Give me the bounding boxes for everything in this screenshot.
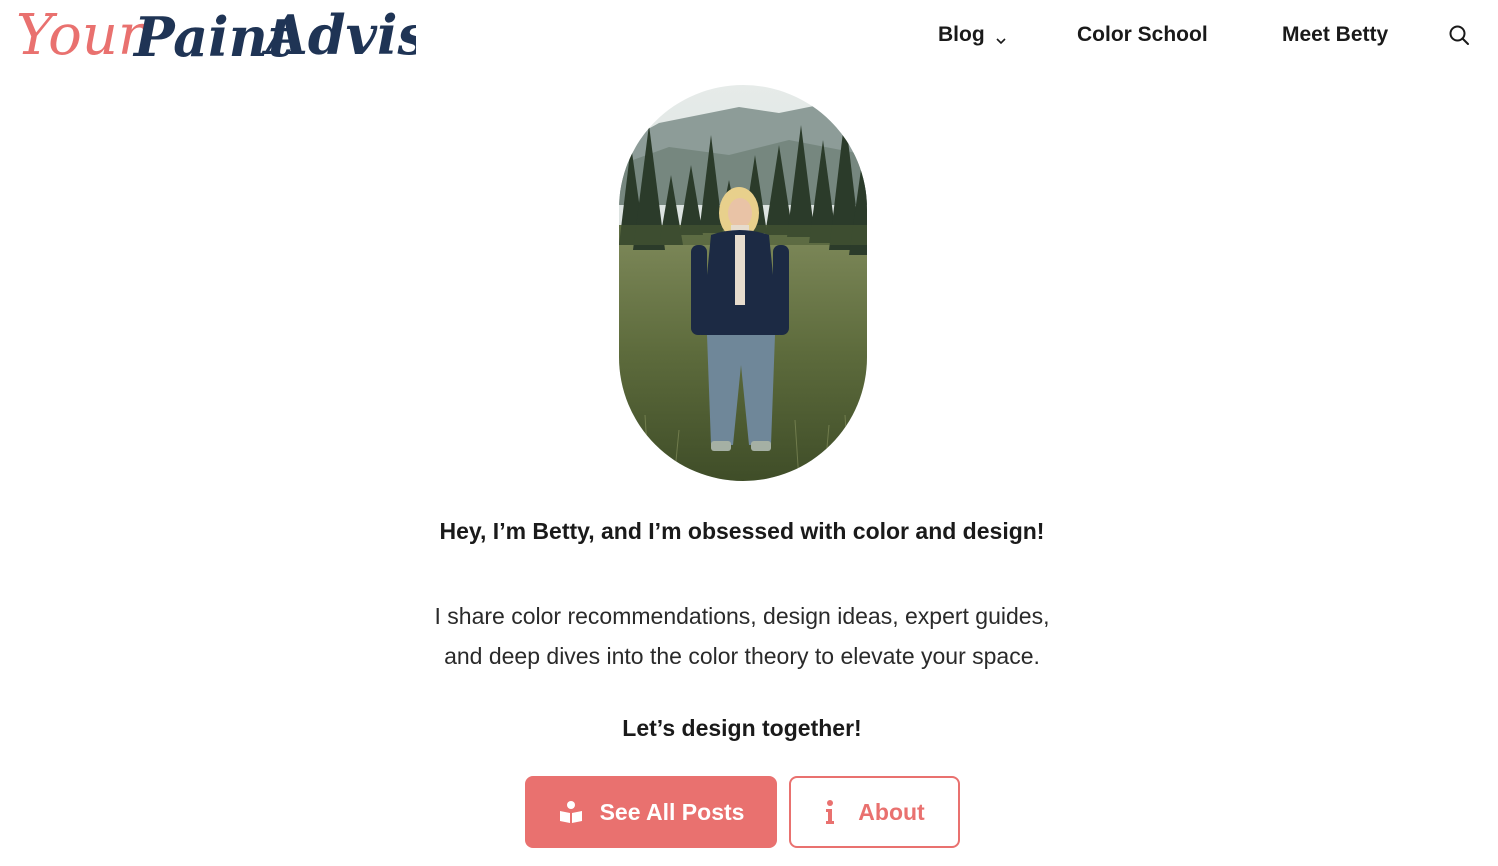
nav-item-blog[interactable]: Blog xyxy=(938,21,1007,49)
site-logo[interactable]: Your Paint Advisor xyxy=(16,0,416,74)
page: Your Paint Advisor Blog Color School Mee… xyxy=(0,0,1498,866)
hero-headline: Hey, I’m Betty, and I’m obsessed with co… xyxy=(439,518,1045,544)
logo-word-your: Your xyxy=(16,3,148,68)
see-all-posts-button[interactable]: See All Posts xyxy=(525,776,777,848)
hero-intro: I share color recommendations, design id… xyxy=(0,596,1484,676)
nav-item-color-school-label: Color School xyxy=(1077,23,1208,46)
chevron-down-icon xyxy=(995,29,1007,45)
see-all-posts-label: See All Posts xyxy=(599,798,745,825)
cta-heading: Let’s design together! xyxy=(622,715,862,741)
search-button[interactable] xyxy=(1448,24,1470,46)
logo-word-advisor: Advisor xyxy=(261,3,416,67)
about-label: About xyxy=(858,798,925,825)
nav-item-blog-label: Blog xyxy=(938,23,985,46)
nav-item-color-school[interactable]: Color School xyxy=(1077,21,1208,49)
about-button[interactable]: About xyxy=(789,776,960,848)
search-icon xyxy=(1449,25,1469,45)
hero-intro-line-2: and deep dives into the color theory to … xyxy=(444,643,1040,669)
hero-portrait xyxy=(619,85,867,481)
hero-intro-line-1: I share color recommendations, design id… xyxy=(434,603,1050,629)
nav-item-meet-betty[interactable]: Meet Betty xyxy=(1282,21,1388,49)
reader-icon xyxy=(558,799,584,825)
nav-item-meet-betty-label: Meet Betty xyxy=(1282,23,1389,46)
info-icon xyxy=(824,799,836,825)
